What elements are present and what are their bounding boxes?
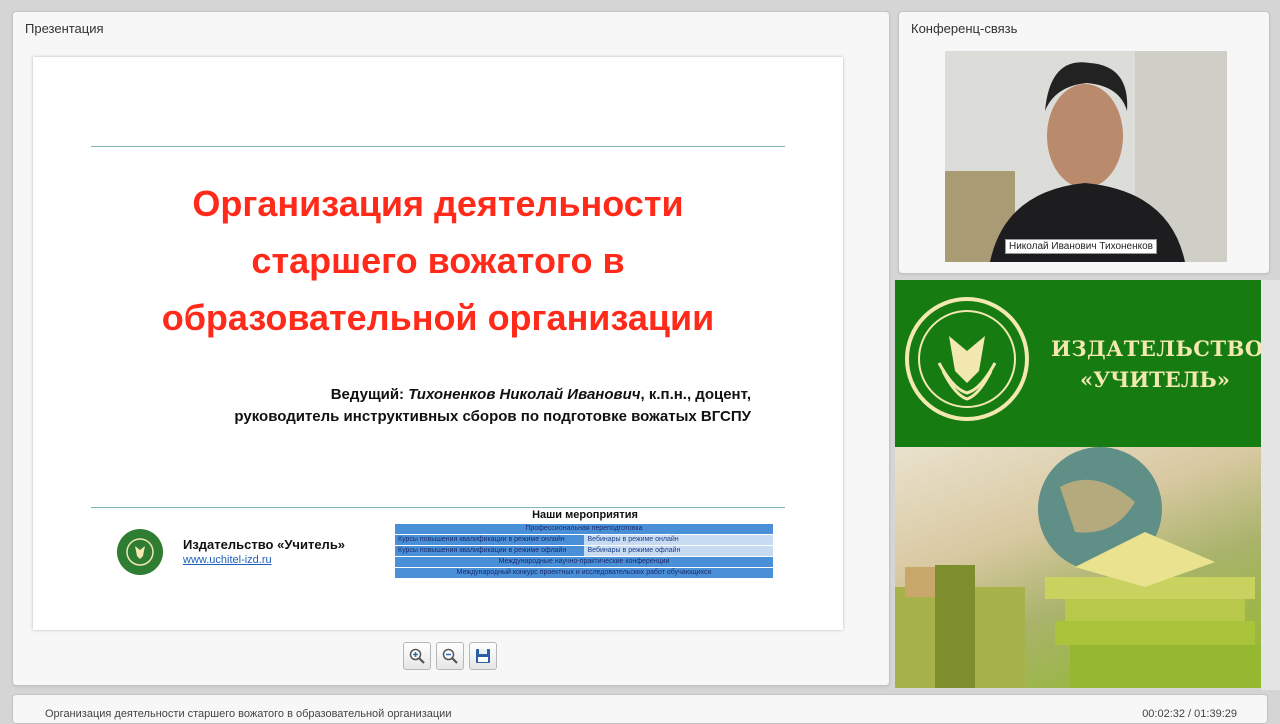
event-cell: Международный конкурс проектных и исслед…: [395, 568, 773, 578]
banner-brand-line-2: «УЧИТЕЛЬ»: [1080, 367, 1230, 392]
presentation-panel-title: Презентация: [25, 21, 104, 36]
zoom-in-icon: [409, 648, 425, 664]
publisher-banner[interactable]: ИЗДАТЕЛЬСТВО «УЧИТЕЛЬ»: [895, 280, 1261, 688]
slide-title-line-2: старшего вожатого в: [251, 240, 625, 281]
save-icon: [476, 649, 490, 663]
events-row: Международный конкурс проектных и исслед…: [395, 568, 773, 578]
presentation-panel: Презентация Организация деятельности ста…: [12, 11, 890, 686]
event-cell: Профессиональная переподготовка: [395, 524, 773, 534]
books-globe-image: [895, 447, 1260, 688]
slide-toolbar: [403, 642, 497, 670]
slide-bottom-rule: [91, 507, 785, 508]
publisher-emblem-icon: [905, 297, 1029, 421]
slide-title: Организация деятельности старшего вожато…: [73, 175, 803, 346]
slide-top-rule: [91, 146, 785, 147]
participant-name-label: Николай Иванович Тихоненков: [1005, 239, 1157, 254]
zoom-out-button[interactable]: [436, 642, 464, 670]
footer-title: Организация деятельности старшего вожато…: [45, 708, 452, 720]
slide-presenter: Ведущий: Тихоненков Николай Иванович, к.…: [234, 384, 751, 428]
webcam-person-image: [945, 51, 1227, 262]
events-table: Профессиональная переподготовка Курсы по…: [395, 524, 773, 579]
event-cell: Международные научно-практические конфер…: [395, 557, 773, 567]
conference-panel-title: Конференц-связь: [911, 21, 1018, 36]
events-row: Профессиональная переподготовка: [395, 524, 773, 534]
slide-title-line-3: образовательной организации: [161, 297, 715, 338]
presenter-name: Тихоненков Николай Иванович: [408, 386, 641, 403]
banner-header: ИЗДАТЕЛЬСТВО «УЧИТЕЛЬ»: [895, 280, 1261, 447]
presentation-slide: Организация деятельности старшего вожато…: [33, 57, 843, 630]
webcam-video[interactable]: Николай Иванович Тихоненков: [945, 51, 1227, 262]
presenter-role: руководитель инструктивных сборов по под…: [234, 408, 751, 425]
right-scroll-strip: [1261, 280, 1280, 690]
banner-illustration: [895, 447, 1261, 688]
playback-time: 00:02:32 / 01:39:29: [1142, 708, 1237, 720]
events-row: Курсы повышения квалификации в режиме оф…: [395, 546, 773, 556]
save-button[interactable]: [469, 642, 497, 670]
publisher-url-link[interactable]: www.uchitel-izd.ru: [183, 554, 272, 566]
publisher-name: Издательство «Учитель»: [183, 537, 346, 552]
publisher-logo-icon: [117, 529, 163, 575]
event-cell: Вебинары в режиме онлайн: [583, 535, 773, 545]
slide-title-line-1: Организация деятельности: [192, 183, 684, 224]
events-title: Наши мероприятия: [532, 509, 638, 521]
presenter-prefix: Ведущий:: [330, 386, 409, 403]
events-row: Курсы повышения квалификации в режиме он…: [395, 535, 773, 545]
event-cell: Курсы повышения квалификации в режиме он…: [395, 535, 584, 545]
zoom-out-icon: [442, 648, 458, 664]
conference-panel: Конференц-связь Николай Иванович Тихонен…: [898, 11, 1270, 274]
banner-brand-line-1: ИЗДАТЕЛЬСТВО: [1051, 336, 1261, 361]
zoom-in-button[interactable]: [403, 642, 431, 670]
event-cell: Курсы повышения квалификации в режиме оф…: [395, 546, 584, 556]
event-cell: Вебинары в режиме офлайн: [583, 546, 773, 556]
events-row: Международные научно-практические конфер…: [395, 557, 773, 567]
presenter-suffix: , к.п.н., доцент,: [640, 386, 752, 403]
